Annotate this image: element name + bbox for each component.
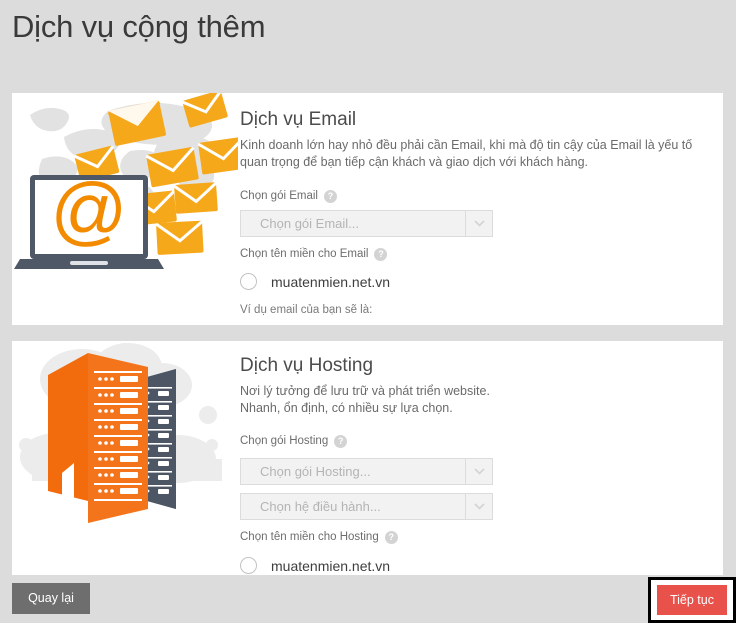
hosting-package-select[interactable]: Chọn gói Hosting... (240, 458, 493, 485)
next-button[interactable]: Tiếp tục (657, 585, 727, 615)
chevron-down-icon[interactable] (465, 494, 492, 519)
help-icon[interactable]: ? (374, 247, 388, 261)
hosting-content: Dịch vụ Hosting Nơi lý tưởng để lưu trữ … (240, 341, 715, 574)
email-service-description: Kinh doanh lớn hay nhỏ đều phải cần Emai… (240, 138, 693, 169)
hosting-service-title: Dịch vụ Hosting (240, 355, 374, 376)
email-service-title: Dịch vụ Email (240, 109, 357, 130)
email-domain-radio-label: muatenmien.net.vn (271, 273, 391, 290)
email-package-select-value: Chọn gói Email... (260, 216, 359, 231)
hosting-package-label-text: Chọn gói Hosting (240, 435, 329, 447)
email-domain-radio[interactable] (240, 273, 257, 290)
hosting-package-select-value: Chọn gói Hosting... (260, 464, 371, 479)
hosting-service-description-line2: Nhanh, ổn định, có nhiều sự lựa chọn. (240, 401, 453, 415)
hosting-package-label: Chọn gói Hosting ? (240, 433, 715, 449)
chevron-down-icon[interactable] (465, 211, 492, 236)
hosting-os-select-value: Chọn hệ điều hành... (260, 499, 381, 514)
email-package-label-text: Chọn gói Email (240, 190, 318, 202)
hosting-domain-radio-row[interactable]: muatenmien.net.vn (240, 557, 715, 574)
svg-text:@: @ (50, 168, 127, 253)
hosting-domain-radio-label: muatenmien.net.vn (271, 557, 391, 574)
back-button[interactable]: Quay lại (12, 583, 90, 614)
page-title: Dịch vụ cộng thêm (12, 9, 266, 44)
help-icon[interactable]: ? (384, 530, 398, 544)
email-package-label: Chọn gói Email ? (240, 188, 715, 204)
email-example-hint: Ví dụ email của bạn sẽ là: (240, 304, 373, 316)
email-domain-label-text: Chọn tên miền cho Email (240, 248, 369, 260)
email-package-select[interactable]: Chọn gói Email... (240, 210, 493, 237)
chevron-down-icon[interactable] (465, 459, 492, 484)
hosting-os-select[interactable]: Chọn hệ điều hành... (240, 493, 493, 520)
email-illustration: @ (12, 93, 238, 325)
service-panel-email: @ Dịch vụ Email Kinh doanh lớn hay nhỏ đ… (12, 93, 723, 325)
email-domain-label: Chọn tên miền cho Email ? (240, 246, 715, 262)
hosting-domain-label-text: Chọn tên miền cho Hosting (240, 531, 379, 543)
email-content: Dịch vụ Email Kinh doanh lớn hay nhỏ đều… (240, 93, 715, 316)
help-icon[interactable]: ? (323, 189, 337, 203)
hosting-domain-label: Chọn tên miền cho Hosting ? (240, 529, 715, 545)
next-button-highlight: Tiếp tục (648, 577, 736, 623)
email-domain-radio-row[interactable]: muatenmien.net.vn (240, 273, 715, 290)
hosting-service-description-line1: Nơi lý tưởng để lưu trữ và phát triển we… (240, 384, 490, 398)
hosting-domain-radio[interactable] (240, 557, 257, 574)
hosting-illustration (12, 341, 238, 575)
help-icon[interactable]: ? (334, 434, 348, 448)
service-panel-hosting: Dịch vụ Hosting Nơi lý tưởng để lưu trữ … (12, 341, 723, 575)
